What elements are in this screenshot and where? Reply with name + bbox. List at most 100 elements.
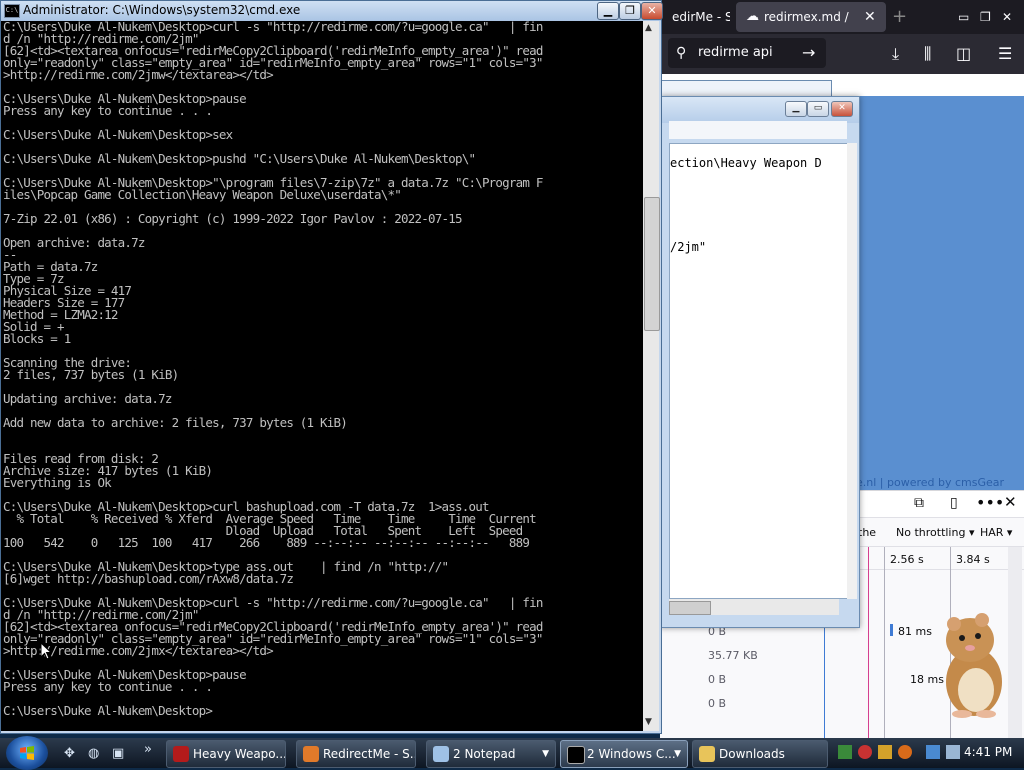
browser-toolbar: ⚲ redirme api → ⤓ ⫼ ◫ ☰ xyxy=(660,34,1024,74)
tray-search-icon[interactable] xyxy=(898,745,912,759)
cmd-icon: C:\ xyxy=(4,4,20,18)
notepad-icon xyxy=(433,746,449,762)
taskbar: ✥ ◍ ▣ » Heavy Weapo... RedirectMe - S...… xyxy=(0,736,1024,770)
console-line: Add new data to archive: 2 files, 737 by… xyxy=(3,415,348,430)
console-line: 100 542 0 125 100 417 266 889 --:--:-- -… xyxy=(3,535,530,550)
notepad-titlebar[interactable]: ▁ ▭ ✕ xyxy=(661,97,859,123)
size-cell: 35.77 KB xyxy=(708,649,758,662)
minimize-icon[interactable]: ▭ xyxy=(958,2,978,32)
notepad-line: /2jm" xyxy=(670,240,707,254)
cmd-titlebar[interactable]: C:\ Administrator: C:\Windows\system32\c… xyxy=(1,1,663,21)
more-icon[interactable]: ••• xyxy=(976,493,1004,512)
close-button[interactable]: ✕ xyxy=(641,2,663,20)
horizontal-scrollbar[interactable] xyxy=(669,599,839,615)
timing-label: 81 ms xyxy=(898,625,932,638)
cmd-icon xyxy=(567,746,585,764)
load-marker xyxy=(868,547,869,738)
taskbar-item-downloads[interactable]: Downloads xyxy=(692,740,828,768)
scrollbar[interactable] xyxy=(847,143,857,599)
page-banner xyxy=(850,96,1024,490)
menu-icon[interactable]: ☰ xyxy=(998,44,1012,64)
cache-label: the xyxy=(858,526,877,539)
arrow-right-icon[interactable]: → xyxy=(802,38,815,68)
start-button[interactable] xyxy=(6,736,48,770)
tab-label: edirMe - Sh xyxy=(672,10,730,24)
footer-separator: | xyxy=(876,476,887,489)
console-line: Everything is Ok xyxy=(3,475,112,490)
console-line: Updating archive: data.7z xyxy=(3,391,172,406)
firefox-icon[interactable]: ◍ xyxy=(88,746,99,761)
tab-redirmex-md[interactable]: ☁ redirmex.md / ✕ xyxy=(736,2,886,32)
network-icon[interactable] xyxy=(926,745,940,759)
console-line: Open archive: data.7z xyxy=(3,235,145,250)
notepad-line: ection\Heavy Weapon D xyxy=(670,156,822,170)
chevron-down-icon: ▼ xyxy=(674,749,681,759)
volume-icon[interactable] xyxy=(946,745,960,759)
tray-blocked-icon[interactable] xyxy=(858,745,872,759)
table-row[interactable]: 0 B xyxy=(708,697,726,710)
console-line: Press any key to continue . . . xyxy=(3,103,213,118)
console-line: [6]wget http://bashupload.com/rAxw8/data… xyxy=(3,571,294,586)
dock-icon[interactable]: ▯ xyxy=(950,495,958,511)
console-line: 2 files, 737 bytes (1 KiB) xyxy=(3,367,179,382)
minimize-button[interactable]: ▁ xyxy=(597,2,619,20)
footer-link[interactable]: powered by cmsGear xyxy=(887,476,1004,489)
console-line: iles\Popcap Game Collection\Heavy Weapon… xyxy=(3,187,402,202)
close-icon[interactable]: ✕ xyxy=(1004,493,1017,511)
chevron-icon[interactable]: » xyxy=(144,742,152,757)
scroll-thumb[interactable] xyxy=(669,601,711,615)
throttling-select[interactable]: No throttling ▾ xyxy=(896,526,974,539)
minimize-icon[interactable]: ▁ xyxy=(785,101,807,117)
console-line: >http://redirme.com/2jmw</textarea></td> xyxy=(3,67,274,82)
scroll-up-icon[interactable]: ▲ xyxy=(645,23,652,33)
console-line: Blocks = 1 xyxy=(3,331,71,346)
task-label: Downloads xyxy=(719,747,785,761)
clock[interactable]: 4:41 PM xyxy=(964,745,1012,759)
taskbar-item-notepad[interactable]: 2 Notepad ▼ xyxy=(426,740,556,768)
computer-icon[interactable]: ▣ xyxy=(112,746,124,761)
table-row[interactable]: 0 B xyxy=(708,673,726,686)
size-cell: 0 B xyxy=(708,697,727,710)
task-label: Heavy Weapo... xyxy=(193,747,286,761)
table-row[interactable]: 35.77 KB xyxy=(708,649,758,662)
restore-icon[interactable]: ❐ xyxy=(980,2,1000,32)
new-tab-icon[interactable]: + xyxy=(892,2,912,32)
download-icon[interactable]: ⤓ xyxy=(892,44,899,64)
task-label: 2 Notepad xyxy=(453,747,516,761)
maximize-button[interactable]: ❐ xyxy=(619,2,641,20)
notepad-text-area[interactable]: ection\Heavy Weapon D /2jm" xyxy=(669,143,849,599)
scroll-down-icon[interactable]: ▼ xyxy=(645,717,652,727)
console-line: C:\Users\Duke Al-Nukem\Desktop> xyxy=(3,703,213,718)
har-select[interactable]: HAR ▾ xyxy=(980,526,1012,539)
tray-key-icon[interactable] xyxy=(878,745,892,759)
search-field[interactable]: ⚲ redirme api → xyxy=(668,38,826,68)
console-output[interactable]: C:\Users\Duke Al-Nukem\Desktop>curl -s "… xyxy=(1,21,643,731)
task-label: 2 Windows C... xyxy=(587,747,676,761)
notepad-window: ▁ ▭ ✕ ection\Heavy Weapon D /2jm" xyxy=(660,96,860,628)
quicklaunch-icon[interactable]: ✥ xyxy=(64,746,75,761)
taskbar-item-redirectme[interactable]: RedirectMe - S... xyxy=(296,740,416,768)
taskbar-item-cmd[interactable]: 2 Windows C... ▼ xyxy=(560,740,688,768)
close-icon[interactable]: ✕ xyxy=(864,2,876,32)
task-label: RedirectMe - S... xyxy=(323,747,416,761)
cmd-scrollbar[interactable]: ▲ ▼ xyxy=(643,21,660,731)
library-icon[interactable]: ⫼ xyxy=(924,44,931,64)
scrollbar[interactable] xyxy=(1008,547,1022,738)
time-tick: 3.84 s xyxy=(956,553,990,566)
game-icon xyxy=(173,746,189,762)
close-window-icon[interactable]: ✕ xyxy=(1002,2,1022,32)
timing-bar xyxy=(890,624,893,636)
waterfall-gridline xyxy=(884,547,885,738)
window-title: Administrator: C:\Windows\system32\cmd.e… xyxy=(23,3,301,17)
tab-redirectme[interactable]: edirMe - Sh xyxy=(664,2,730,32)
scroll-thumb[interactable] xyxy=(644,197,660,331)
tray-app-icon[interactable] xyxy=(838,745,852,759)
maximize-icon[interactable]: ▭ xyxy=(807,101,829,117)
folder-icon xyxy=(699,746,715,762)
responsive-icon[interactable]: ⧉ xyxy=(914,495,924,511)
console-line: Press any key to continue . . . xyxy=(3,679,213,694)
notepad-menubar xyxy=(669,121,847,139)
sidebar-icon[interactable]: ◫ xyxy=(956,44,971,64)
close-icon[interactable]: ✕ xyxy=(831,101,853,117)
taskbar-item-heavy-weapon[interactable]: Heavy Weapo... xyxy=(166,740,286,768)
